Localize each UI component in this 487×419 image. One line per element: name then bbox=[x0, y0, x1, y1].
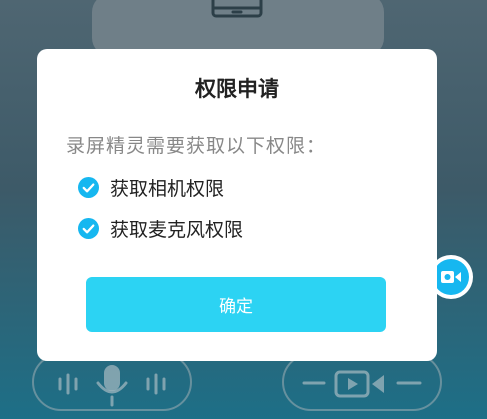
permission-label: 获取麦克风权限 bbox=[110, 219, 244, 241]
camera-icon bbox=[441, 271, 461, 283]
video-camera-icon bbox=[302, 370, 422, 398]
permission-item-microphone: 获取麦克风权限 bbox=[78, 215, 243, 242]
audio-control[interactable] bbox=[32, 353, 192, 411]
permission-dialog: 权限申请 录屏精灵需要获取以下权限： 获取相机权限 获取麦克风权限 确定 bbox=[37, 49, 437, 361]
confirm-button[interactable]: 确定 bbox=[86, 277, 386, 332]
dialog-title: 权限申请 bbox=[195, 77, 279, 101]
permission-item-camera: 获取相机权限 bbox=[78, 174, 224, 201]
tablet-icon bbox=[211, 0, 263, 18]
dialog-description: 录屏精灵需要获取以下权限： bbox=[66, 135, 327, 157]
permission-label: 获取相机权限 bbox=[110, 178, 225, 200]
check-circle-icon bbox=[78, 177, 99, 198]
video-control[interactable] bbox=[282, 353, 442, 411]
check-circle-icon bbox=[78, 218, 99, 239]
microphone-icon bbox=[58, 365, 166, 407]
